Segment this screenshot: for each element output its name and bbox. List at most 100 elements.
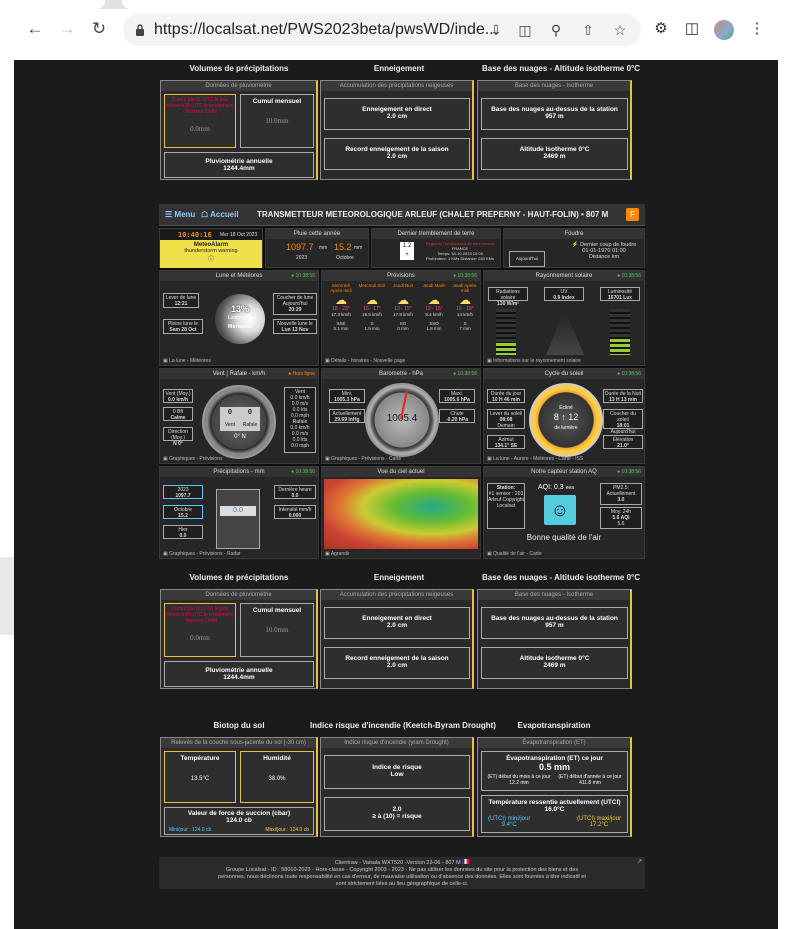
left-panel: [0, 60, 14, 929]
url-text[interactable]: https://localsat.net/PWS2023beta/pwsWD/i…: [154, 21, 498, 39]
lightning-icon: ⚡: [571, 242, 579, 248]
bookmark-star-icon[interactable]: ☆: [612, 22, 628, 38]
rain-oct-unit: mm: [354, 245, 363, 251]
rain-month-value-2: 10.0mm: [265, 626, 289, 634]
wind-head-label: Vent | Rafale - km/h: [212, 371, 266, 377]
section-title-fire: Indice risque d'incendie (Keetch-Byram D…: [310, 721, 496, 730]
evapo-cell: Évapotranspiration (ET) ce jour 0.5 mm (…: [481, 751, 628, 791]
storm-today: Aujourd'hui: [509, 251, 545, 267]
suction-label: Valeur de force de succion (cbar): [187, 810, 291, 817]
pm-gauge-value: 0.0: [220, 506, 256, 516]
forecast-rain: 1.8 mm: [426, 326, 442, 331]
rain-month-label: Cumul mensuel: [252, 98, 302, 105]
wind-list-item: 0.0 mph: [290, 443, 310, 449]
moon-footer-label: La lune - Météores: [169, 358, 211, 364]
aq-footer[interactable]: ▣ Qualité de l'air - Carte: [487, 551, 542, 557]
sky-map[interactable]: [324, 479, 478, 549]
menu-label: Menu: [174, 210, 196, 219]
snow-box-2: Accumulation des précipitations neigeuse…: [320, 589, 474, 689]
fire-index-cell: Indice de risque Low: [324, 755, 470, 789]
sidepanel-icon[interactable]: ◫: [683, 20, 701, 38]
home-link[interactable]: ☖ Accueil: [201, 210, 239, 219]
menu-kebab-icon[interactable]: ⋮: [748, 20, 766, 38]
moon-rise-value: 12:21: [174, 301, 188, 307]
cloud-base-cell-2: Base des nuages au-dessus de la station …: [481, 607, 628, 639]
fire-num: 2.0: [392, 806, 402, 813]
moon-ts: ● 10:38:56: [291, 273, 315, 279]
meteoalarm-banner[interactable]: MeteoAlarm thunderstorm warning ⓘ: [160, 240, 262, 268]
precip-mm-module: Précipitations - mm ● 10:38:56 2023 1097.7…: [159, 466, 319, 559]
sun-night-value: 13 H 13 min: [609, 397, 637, 403]
rain-day-label: Cumul (de 6h UTC le jour même à 6h UTC l…: [165, 97, 235, 115]
sun-footer[interactable]: ▣ La lune - Aurore - Météores - Carte - …: [487, 456, 583, 462]
forecast-head-label: Prévisions: [387, 273, 415, 279]
section-title-clouds: Base des nuages - Altitude isotherme 0°C: [481, 64, 641, 73]
wind-footer[interactable]: ▣ Graphiques - Prévisions: [163, 456, 222, 462]
solar-footer[interactable]: ▣ Informations sur le rayonnement solair…: [487, 358, 581, 364]
aq-pm25-value: 3.0: [617, 497, 625, 503]
reload-icon[interactable]: ↻: [89, 19, 109, 39]
translate-icon[interactable]: ◫: [517, 22, 533, 38]
utci-max: (UTCI) maxi/jour 17.2°C: [577, 816, 621, 828]
sun-night: Durée de la Nuit 13 H 13 min: [603, 389, 643, 403]
aq-module: Notre capteur station AQ ● 10:38:56 Stati…: [483, 466, 645, 559]
forecast-day: Mercredi Après-midi: [330, 283, 352, 293]
moon-new: Nouvelle lune le Lun 13 Nov: [273, 319, 317, 334]
sky-footer-label: Agrandir: [330, 551, 350, 557]
solar-ts-value: 10:38:56: [621, 273, 641, 279]
rain-head-2: Données de pluviométrie: [161, 590, 316, 600]
external-link-icon[interactable]: ↗: [637, 859, 642, 866]
address-bar[interactable]: https://localsat.net/PWS2023beta/pwsWD/i…: [123, 14, 641, 46]
back-icon[interactable]: ←: [25, 19, 45, 39]
evapo-year: (ET) début d'année à ce jour 411.8 mm: [557, 774, 623, 786]
iso-label: Altitude Isotherme 0°C: [519, 146, 590, 153]
wind-gauge-box1: 0 Vent: [220, 407, 240, 431]
soil-temp-cell: Température 13.5°C: [164, 751, 236, 803]
suction-min: Mini/jour : 124.0 cb: [169, 827, 212, 833]
menu-link[interactable]: ☰ Menu: [165, 210, 195, 219]
flag-f-icon[interactable]: F: [626, 208, 639, 221]
utci-cell: Température ressentie actuellement (UTCI…: [481, 795, 628, 833]
clock-date: Mer 18 Oct 2023: [220, 232, 258, 238]
moon-ts-value: 10:38:56: [295, 273, 315, 279]
forecast-rain: 1.9 mm: [364, 326, 380, 331]
quake-mag-value: 1.2: [402, 243, 412, 249]
sky-footer[interactable]: ▣ Agrandir: [325, 551, 350, 557]
zoom-icon[interactable]: ⚲: [548, 22, 564, 38]
forward-icon[interactable]: →: [57, 19, 77, 39]
baro-head-label: Barometre - hPa: [378, 371, 424, 377]
moon-full-value: Sam 28 Oct: [169, 327, 197, 333]
pm-yest-value: 0.0: [179, 533, 187, 539]
rain-year-label: Pluviométrie annuelle: [205, 158, 273, 165]
forecast-footer[interactable]: ▣ Détails - horaires - Nouvelle page: [325, 358, 405, 364]
cloud-base-cell: Base des nuages au-dessus de la station …: [481, 98, 628, 130]
sun-center2: 8 ↑ 12: [553, 412, 579, 422]
profile-avatar[interactable]: [714, 20, 734, 40]
weather-icon: ☁: [335, 293, 347, 307]
snow-record-cell: Record enneigement de la saison 2.0 cm: [324, 138, 470, 170]
rain-month-cell: Cumul mensuel 10.0mm: [240, 94, 314, 148]
share-icon[interactable]: ⇧: [580, 22, 596, 38]
baro-footer[interactable]: ▣ Graphiques - Prévisions - Carte: [325, 456, 401, 462]
solar-head-label: Rayonnement solaire: [535, 273, 593, 279]
snow-live-label: Enneigement en direct: [362, 106, 432, 113]
install-icon[interactable]: ⇩: [488, 22, 504, 38]
browser-tab[interactable]: [0, 0, 105, 9]
extensions-icon[interactable]: ⚙: [652, 20, 670, 38]
rain-oct-val: 15.2: [334, 242, 352, 252]
footer-line1: Clientraw - Vaisala WXT520 -Version 23-0…: [159, 859, 645, 867]
clock-module: 10:40:16 Mer 18 Oct 2023 MeteoAlarm thun…: [159, 228, 263, 268]
pm-footer[interactable]: ▣ Graphiques - Prévisions - Radar: [163, 551, 241, 557]
sky-module: Vue du ciel actuel ▣ Agrandir: [321, 466, 481, 559]
moon-footer[interactable]: ▣ La lune - Météores: [163, 358, 211, 364]
wind-dir-label: Direction (Moy.): [168, 429, 188, 441]
rain-day-value-2: 0.0mm: [190, 634, 210, 642]
snow-box: Accumulation des précipitations neigeuse…: [320, 80, 474, 180]
moon-head: Lune et Météores ● 10:38:56: [160, 271, 318, 281]
aq-station: Station: #1 sensor : 203 Arleuf Copyright…: [487, 483, 525, 529]
forecast-col: Jeudi Matin ☁ 12 - 16° 9.4 km/h SSO 1.8 mm: [419, 283, 449, 353]
solar-bar: [496, 309, 516, 355]
snow-head: Accumulation des précipitations neigeuse…: [321, 81, 472, 91]
quake-mag: 1.2 +: [400, 242, 414, 260]
baro-now-value: 29.69 inHg: [334, 417, 360, 423]
